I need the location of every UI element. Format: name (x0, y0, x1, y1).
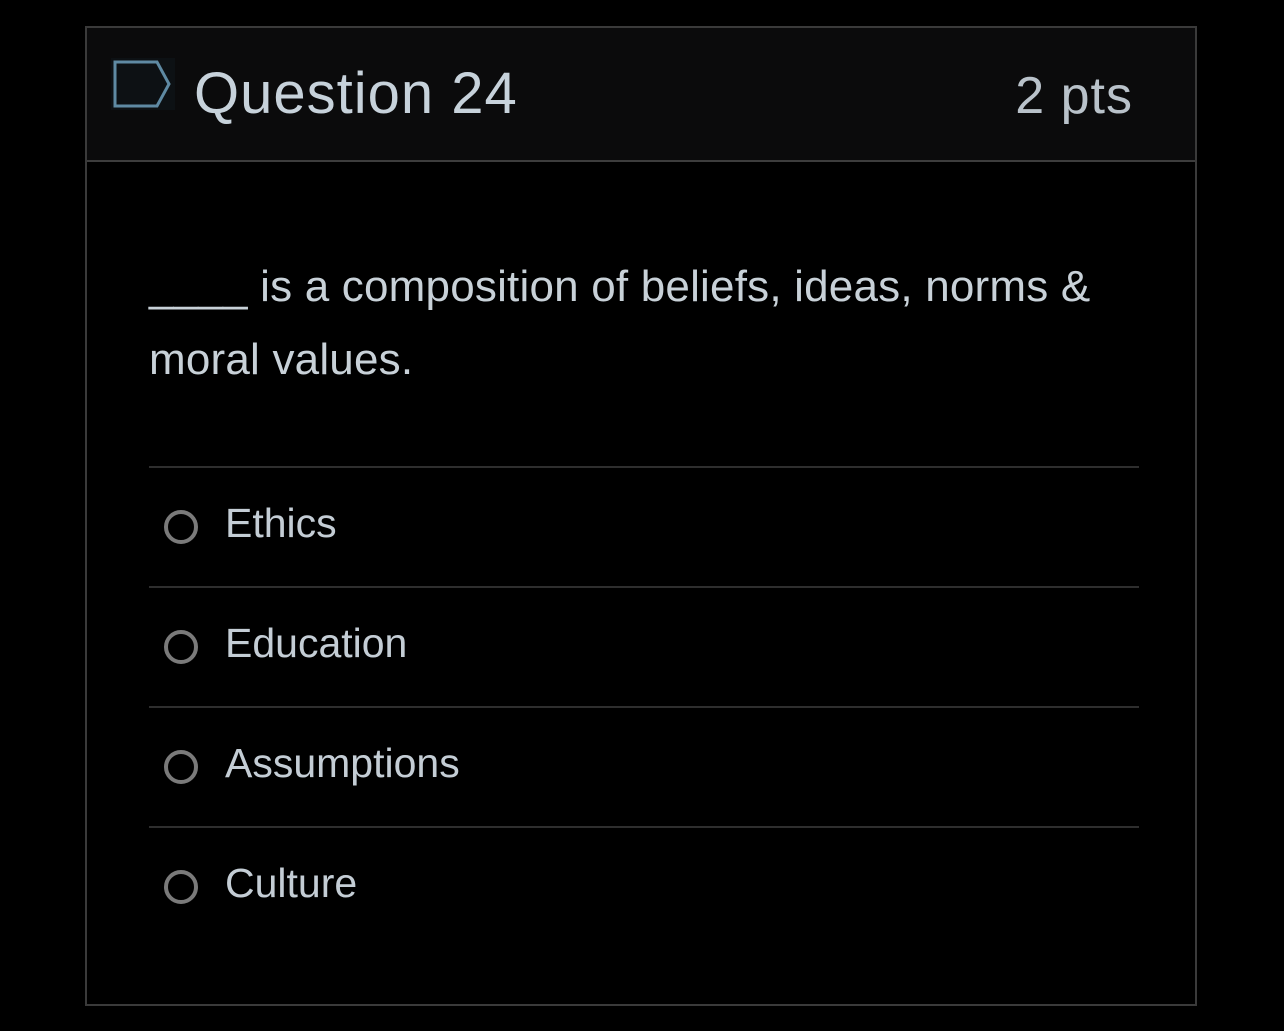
question-title: Question 24 (194, 61, 518, 126)
question-card: Question 24 2 pts ____ is a composition … (85, 26, 1197, 1006)
answer-label[interactable]: Education (225, 616, 407, 670)
answer-option-education[interactable]: Education (149, 586, 1139, 706)
answer-option-ethics[interactable]: Ethics (149, 466, 1139, 586)
answer-option-culture[interactable]: Culture (149, 826, 1139, 946)
answer-label[interactable]: Ethics (225, 496, 337, 550)
radio-button[interactable] (164, 870, 198, 904)
answer-label[interactable]: Culture (225, 856, 357, 910)
question-points: 2 pts (1015, 67, 1133, 125)
radio-button[interactable] (164, 750, 198, 784)
question-header: Question 24 2 pts (87, 28, 1195, 162)
answer-list: Ethics Education Assumptions Culture (149, 466, 1139, 946)
answer-option-assumptions[interactable]: Assumptions (149, 706, 1139, 826)
answer-label[interactable]: Assumptions (225, 736, 460, 790)
flag-icon[interactable] (111, 58, 175, 110)
radio-button[interactable] (164, 510, 198, 544)
question-text: ____ is a composition of beliefs, ideas,… (149, 262, 1091, 384)
radio-button[interactable] (164, 630, 198, 664)
